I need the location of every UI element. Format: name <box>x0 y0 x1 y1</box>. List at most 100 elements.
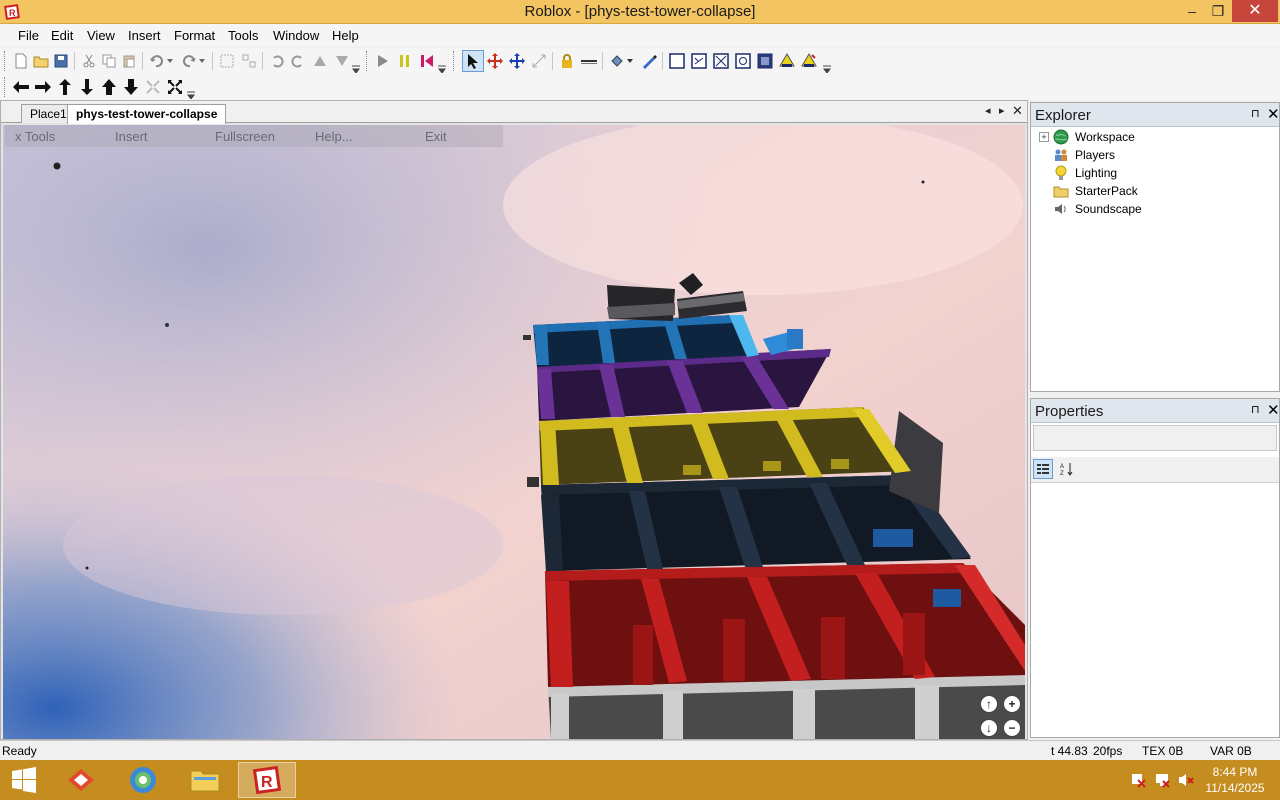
material-icon[interactable] <box>640 52 658 70</box>
surface-hinge-icon[interactable] <box>778 52 796 70</box>
tree-item-workspace[interactable]: + Workspace <box>1039 128 1135 146</box>
sort-alpha-icon[interactable]: AZ <box>1057 459 1077 479</box>
taskbar-app-file-explorer[interactable] <box>176 762 234 798</box>
maximize-button[interactable]: ❐ <box>1204 0 1232 22</box>
toolbar-grip[interactable] <box>366 51 369 71</box>
copy-icon[interactable] <box>100 52 118 70</box>
viewport-menu-insert[interactable]: Insert <box>115 129 148 144</box>
zoom-fit-icon[interactable] <box>144 78 162 96</box>
redo-icon[interactable] <box>180 52 198 70</box>
group-icon[interactable] <box>218 52 236 70</box>
status-ready: Ready <box>2 744 37 758</box>
toolbar-grip[interactable] <box>4 51 7 71</box>
camera-left-icon[interactable] <box>12 78 30 96</box>
lock-icon[interactable] <box>558 52 576 70</box>
svg-text:R: R <box>261 774 273 791</box>
menu-tools[interactable]: Tools <box>228 24 258 43</box>
menu-file[interactable]: File <box>18 24 39 43</box>
paste-icon[interactable] <box>120 52 138 70</box>
camera-zoom-out-button[interactable]: − <box>1003 719 1021 737</box>
play-icon[interactable] <box>374 52 392 70</box>
camera-down-button[interactable]: ↓ <box>980 719 998 737</box>
select-icon[interactable] <box>462 50 484 72</box>
properties-object-field[interactable] <box>1033 425 1277 451</box>
close-button[interactable]: ✕ <box>1232 0 1278 22</box>
zoom-extents-icon[interactable] <box>166 78 184 96</box>
camera-bottom-icon[interactable] <box>122 78 140 96</box>
viewport-menu-tools[interactable]: x Tools <box>15 129 55 144</box>
viewport-menu-exit[interactable]: Exit <box>425 129 447 144</box>
new-icon[interactable] <box>12 52 30 70</box>
undo-dropdown-icon[interactable] <box>166 52 174 70</box>
pin-icon[interactable]: ⊓ <box>1251 107 1260 120</box>
scene-render[interactable] <box>3 125 1025 739</box>
redo-dropdown-icon[interactable] <box>198 52 206 70</box>
network-icon[interactable] <box>1154 772 1170 788</box>
expand-icon[interactable]: + <box>1039 132 1049 142</box>
cut-icon[interactable] <box>80 52 98 70</box>
toolbar-grip[interactable] <box>453 51 456 71</box>
categorized-icon[interactable] <box>1033 459 1053 479</box>
explorer-close-icon[interactable]: ✕ <box>1267 105 1280 123</box>
rotate-right-icon[interactable] <box>289 52 307 70</box>
viewport-menu-fullscreen[interactable]: Fullscreen <box>215 129 275 144</box>
minimize-button[interactable]: – <box>1178 0 1206 22</box>
taskbar-app-roblox-player[interactable] <box>52 762 110 798</box>
surface-motor-icon[interactable] <box>800 52 818 70</box>
surface-weld-icon[interactable] <box>712 52 730 70</box>
menu-edit[interactable]: Edit <box>51 24 73 43</box>
3d-viewport[interactable]: x Tools Insert Fullscreen Help... Exit ↑… <box>3 125 1025 739</box>
tab-next-icon[interactable]: ▸ <box>999 104 1005 117</box>
resize-icon[interactable] <box>530 52 548 70</box>
open-icon[interactable] <box>32 52 50 70</box>
surface-smooth-icon[interactable] <box>668 52 686 70</box>
anchor-icon[interactable] <box>580 52 598 70</box>
camera-down-icon[interactable] <box>78 78 96 96</box>
tilt-up-icon[interactable] <box>311 52 329 70</box>
pause-icon[interactable] <box>396 52 414 70</box>
tree-item-soundscape[interactable]: Soundscape <box>1039 200 1142 218</box>
tab-prev-icon[interactable]: ◂ <box>985 104 991 117</box>
undo-icon[interactable] <box>148 52 166 70</box>
taskbar-app-browser[interactable] <box>114 762 172 798</box>
tree-item-label: Workspace <box>1075 130 1135 144</box>
ungroup-icon[interactable] <box>240 52 258 70</box>
camera-right-icon[interactable] <box>34 78 52 96</box>
tree-item-starterpack[interactable]: StarterPack <box>1039 182 1138 200</box>
camera-up-button[interactable]: ↑ <box>980 695 998 713</box>
status-fps: 20fps <box>1093 744 1123 758</box>
taskbar-clock[interactable]: 8:44 PM 11/14/2025 <box>1200 764 1270 796</box>
start-button[interactable] <box>0 762 48 798</box>
debris-fragment <box>527 477 539 487</box>
rotate-left-icon[interactable] <box>268 52 286 70</box>
action-center-icon[interactable] <box>1130 772 1146 788</box>
tree-item-players[interactable]: Players <box>1039 146 1115 164</box>
menu-view[interactable]: View <box>87 24 115 43</box>
surface-inlet-icon[interactable] <box>756 52 774 70</box>
menu-insert[interactable]: Insert <box>128 24 161 43</box>
save-icon[interactable] <box>52 52 70 70</box>
properties-close-icon[interactable]: ✕ <box>1267 401 1280 419</box>
tree-item-lighting[interactable]: Lighting <box>1039 164 1117 182</box>
surface-glue-icon[interactable] <box>690 52 708 70</box>
menu-help[interactable]: Help <box>332 24 359 43</box>
camera-up-icon[interactable] <box>56 78 74 96</box>
move-icon[interactable] <box>486 52 504 70</box>
menu-format[interactable]: Format <box>174 24 215 43</box>
volume-icon[interactable] <box>1178 772 1194 788</box>
fill-color-dropdown-icon[interactable] <box>626 52 634 70</box>
reset-icon[interactable] <box>418 52 436 70</box>
tab-close-icon[interactable]: ✕ <box>1012 103 1023 119</box>
tab-phys-test-tower-collapse[interactable]: phys-test-tower-collapse <box>67 104 227 124</box>
tilt-down-icon[interactable] <box>333 52 351 70</box>
menu-window[interactable]: Window <box>273 24 319 43</box>
fill-color-icon[interactable] <box>608 52 626 70</box>
pin-icon[interactable]: ⊓ <box>1251 403 1260 416</box>
camera-top-icon[interactable] <box>100 78 118 96</box>
viewport-menu-help[interactable]: Help... <box>315 129 353 144</box>
camera-zoom-in-button[interactable]: + <box>1003 695 1021 713</box>
drag-icon[interactable] <box>508 52 526 70</box>
surface-studs-icon[interactable] <box>734 52 752 70</box>
taskbar-app-roblox-studio[interactable]: R <box>238 762 296 798</box>
toolbar-grip[interactable] <box>4 77 7 97</box>
